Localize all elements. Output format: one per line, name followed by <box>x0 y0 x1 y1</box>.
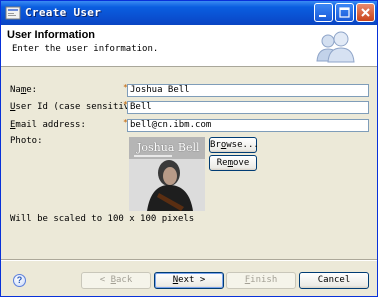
wizard-header: User Information Enter the user informat… <box>1 25 377 67</box>
next-button[interactable]: Next > <box>154 272 224 289</box>
close-icon <box>361 8 370 17</box>
close-button[interactable] <box>356 3 375 22</box>
users-icon <box>316 31 355 63</box>
photo-caption: Joshua Bell <box>137 141 200 154</box>
name-label: Name: <box>10 85 38 95</box>
scale-note: Will be scaled to 100 x 100 pixels <box>10 214 195 224</box>
back-button[interactable]: < Back <box>81 272 151 289</box>
photo-label: Photo: <box>10 136 43 146</box>
create-user-dialog: Create User User Information Enter the u… <box>0 0 378 297</box>
email-field[interactable]: bell@cn.ibm.com <box>127 119 369 132</box>
minimize-button[interactable] <box>314 3 333 22</box>
help-icon[interactable]: ? <box>13 274 26 287</box>
page-title: User Information <box>7 29 96 41</box>
maximize-button[interactable] <box>335 3 354 22</box>
separator <box>1 259 377 261</box>
maximize-icon <box>339 7 350 18</box>
finish-button[interactable]: Finish <box>226 272 296 289</box>
email-label: Email address: <box>10 120 86 130</box>
minimize-icon <box>319 15 326 17</box>
name-field[interactable]: Joshua Bell <box>127 84 369 97</box>
page-description: Enter the user information. <box>12 44 159 54</box>
title-bar[interactable]: Create User <box>1 1 377 25</box>
cancel-button[interactable]: Cancel <box>299 272 369 289</box>
window-title: Create User <box>25 6 102 19</box>
app-icon <box>5 6 21 20</box>
user-id-field[interactable]: Bell <box>127 101 369 114</box>
remove-button[interactable]: Remove <box>209 155 257 171</box>
browse-button[interactable]: Browse... <box>209 137 259 153</box>
user-photo: Joshua Bell <box>129 137 205 211</box>
